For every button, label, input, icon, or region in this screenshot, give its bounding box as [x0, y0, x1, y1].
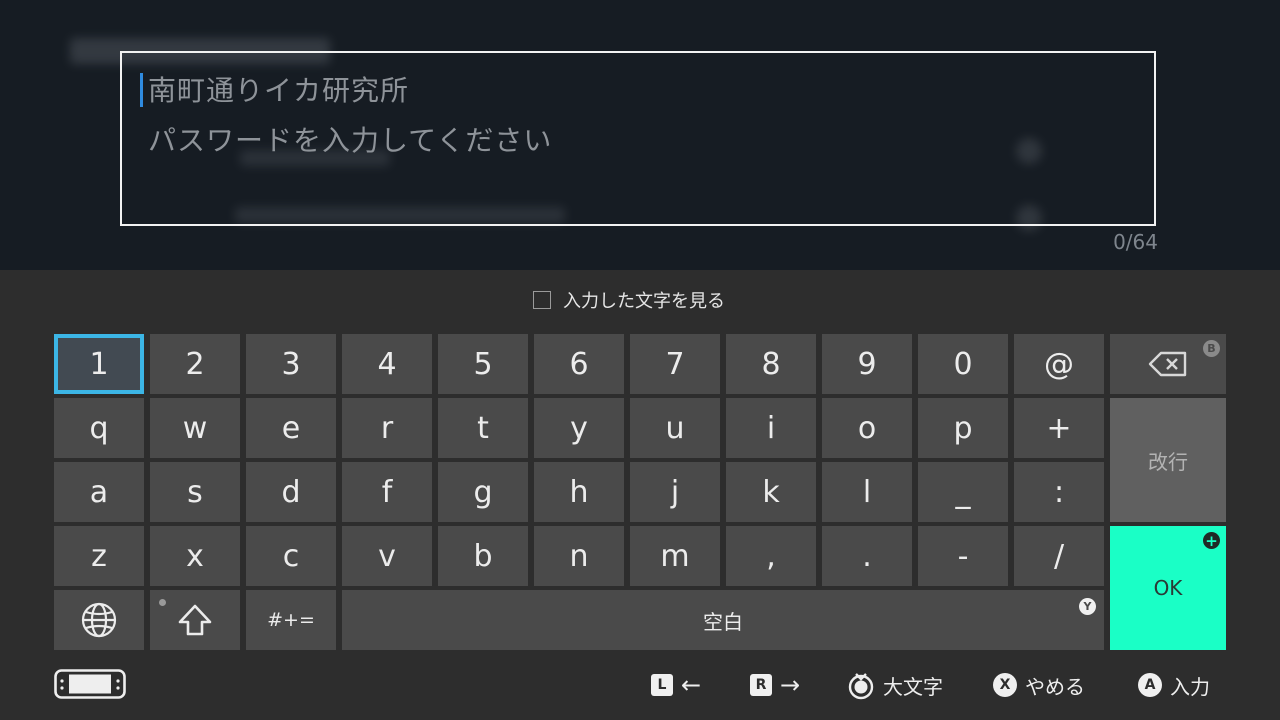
key-6[interactable]: 6 [534, 334, 624, 394]
key-r[interactable]: r [342, 398, 432, 458]
key-h[interactable]: h [534, 462, 624, 522]
key-symbol[interactable]: - [918, 526, 1008, 586]
show-characters-label: 入力した文字を見る [563, 291, 725, 312]
key-j[interactable]: j [630, 462, 720, 522]
guide-title: 南町通りイカ研究所 [148, 74, 410, 107]
b-button-badge: B [1203, 340, 1220, 357]
key-9[interactable]: 9 [822, 334, 912, 394]
key-7[interactable]: 7 [630, 334, 720, 394]
cancel-label: やめる [1025, 674, 1085, 699]
shift-button[interactable] [150, 590, 240, 650]
x-button-icon: X [993, 673, 1017, 697]
key-k[interactable]: k [726, 462, 816, 522]
globe-icon [81, 602, 117, 638]
key-p[interactable]: p [918, 398, 1008, 458]
key-s[interactable]: s [150, 462, 240, 522]
text-caret [140, 73, 143, 107]
key-symbol[interactable]: . [822, 526, 912, 586]
key-symbol[interactable]: / [1014, 526, 1104, 586]
key-f[interactable]: f [342, 462, 432, 522]
key-v[interactable]: v [342, 526, 432, 586]
key-z[interactable]: z [54, 526, 144, 586]
console-icon [54, 669, 126, 699]
left-stick-icon [848, 673, 874, 700]
cursor-left-hint[interactable]: L ← [651, 670, 701, 700]
shift-icon [178, 604, 212, 636]
key-t[interactable]: t [438, 398, 528, 458]
r-button-icon: R [750, 674, 772, 696]
ok-button[interactable]: OK + [1110, 526, 1226, 650]
input-placeholder: パスワードを入力してください [148, 124, 553, 157]
key-symbol[interactable]: , [726, 526, 816, 586]
a-button-icon: A [1138, 673, 1162, 697]
newline-button[interactable]: 改行 [1110, 398, 1226, 522]
right-arrow-icon: → [780, 671, 801, 699]
key-e[interactable]: e [246, 398, 336, 458]
cursor-right-hint[interactable]: R → [750, 670, 800, 700]
shift-indicator [159, 599, 166, 606]
key-b[interactable]: b [438, 526, 528, 586]
key-4[interactable]: 4 [342, 334, 432, 394]
space-button[interactable]: 空白 Y [342, 590, 1104, 650]
capitals-label: 大文字 [883, 674, 943, 699]
y-button-badge: Y [1079, 598, 1096, 615]
key-x[interactable]: x [150, 526, 240, 586]
character-count: 0/64 [1113, 230, 1158, 254]
key-3[interactable]: 3 [246, 334, 336, 394]
key-2[interactable]: 2 [150, 334, 240, 394]
space-label: 空白 [703, 609, 743, 634]
plus-button-badge: + [1203, 532, 1220, 550]
text-entry-area: 南町通りイカ研究所 パスワードを入力してください 0/64 [0, 0, 1280, 270]
input-label: 入力 [1170, 674, 1210, 699]
key-5[interactable]: 5 [438, 334, 528, 394]
symbols-button[interactable]: #+= [246, 590, 336, 650]
checkbox[interactable] [533, 291, 551, 309]
key-a[interactable]: a [54, 462, 144, 522]
key-symbol[interactable]: _ [918, 462, 1008, 522]
key-n[interactable]: n [534, 526, 624, 586]
key-symbol[interactable]: : [1014, 462, 1104, 522]
key-c[interactable]: c [246, 526, 336, 586]
l-button-icon: L [651, 674, 673, 696]
input-hint[interactable]: A 入力 [1138, 670, 1210, 700]
key-8[interactable]: 8 [726, 334, 816, 394]
console-mode-indicator [54, 669, 126, 699]
key-w[interactable]: w [150, 398, 240, 458]
key-0[interactable]: 0 [918, 334, 1008, 394]
key-u[interactable]: u [630, 398, 720, 458]
key-g[interactable]: g [438, 462, 528, 522]
key-i[interactable]: i [726, 398, 816, 458]
key-symbol[interactable]: + [1014, 398, 1104, 458]
ok-label: OK [1153, 576, 1183, 600]
key-o[interactable]: o [822, 398, 912, 458]
key-q[interactable]: q [54, 398, 144, 458]
key-y[interactable]: y [534, 398, 624, 458]
key-symbol[interactable]: @ [1014, 334, 1104, 394]
capitals-hint[interactable]: 大文字 [847, 670, 943, 700]
show-characters-toggle[interactable]: 入力した文字を見る [533, 288, 725, 312]
password-input[interactable]: 南町通りイカ研究所 パスワードを入力してください [120, 51, 1156, 226]
key-l[interactable]: l [822, 462, 912, 522]
key-1[interactable]: 1 [54, 334, 144, 394]
backspace-button[interactable]: B [1110, 334, 1226, 394]
left-arrow-icon: ← [681, 671, 702, 699]
key-d[interactable]: d [246, 462, 336, 522]
cancel-hint[interactable]: X やめる [993, 670, 1085, 700]
backspace-icon [1148, 351, 1187, 377]
language-button[interactable] [54, 590, 144, 650]
key-m[interactable]: m [630, 526, 720, 586]
